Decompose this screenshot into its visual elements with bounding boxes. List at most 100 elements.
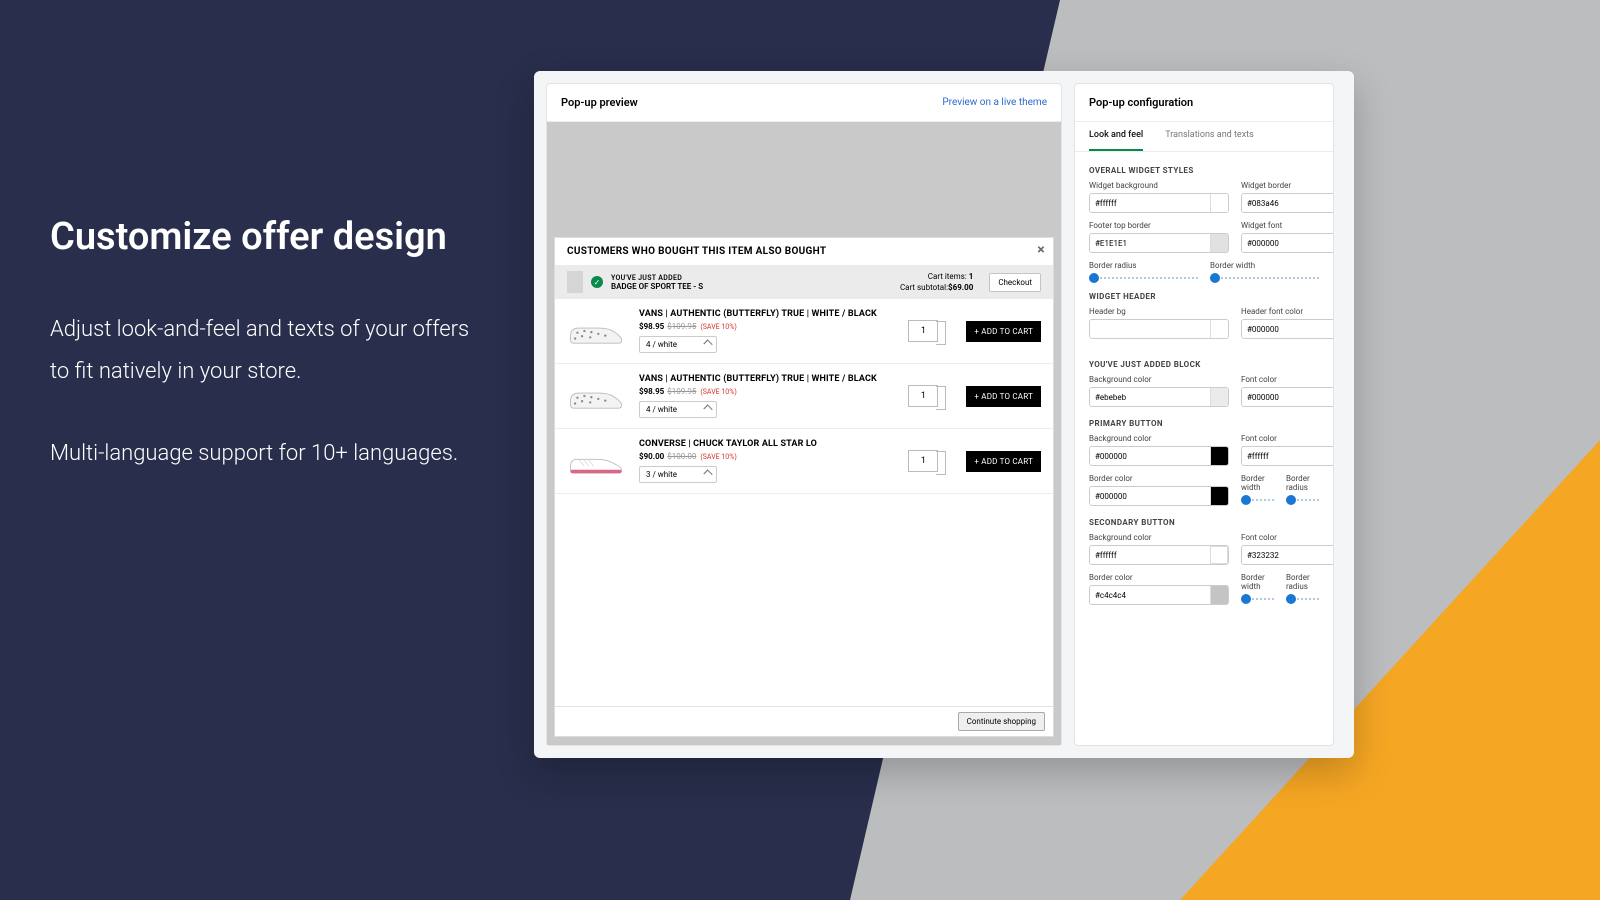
- field-label: Border radius: [1286, 573, 1319, 591]
- widget-font-input[interactable]: [1241, 233, 1333, 253]
- add-to-cart-button[interactable]: + ADD TO CART: [966, 451, 1041, 472]
- field-label: Border width: [1241, 474, 1274, 492]
- color-text[interactable]: [1242, 194, 1333, 212]
- product-name: VANS | AUTHENTIC (BUTTERFLY) TRUE | WHIT…: [639, 374, 894, 384]
- tab-look-and-feel[interactable]: Look and feel: [1089, 122, 1143, 151]
- color-swatch[interactable]: [1210, 388, 1228, 406]
- primary-border-width-slider[interactable]: [1241, 498, 1274, 502]
- secondary-border-color-input[interactable]: [1089, 585, 1229, 605]
- preview-live-link[interactable]: Preview on a live theme: [942, 97, 1047, 108]
- primary-font-color-input[interactable]: [1241, 446, 1333, 466]
- price: $98.95: [639, 322, 664, 331]
- added-font-color-input[interactable]: [1241, 387, 1333, 407]
- tab-translations[interactable]: Translations and texts: [1165, 122, 1254, 151]
- product-name: VANS | AUTHENTIC (BUTTERFLY) TRUE | WHIT…: [639, 309, 894, 319]
- secondary-border-radius-slider[interactable]: [1286, 597, 1319, 601]
- cart-subtotal-value: $69.00: [948, 283, 973, 292]
- added-bg-input[interactable]: [1089, 387, 1229, 407]
- field-label: Border width: [1210, 261, 1319, 270]
- compare-price: $109.95: [667, 322, 696, 331]
- variant-select[interactable]: 3 / white: [639, 466, 717, 483]
- color-swatch[interactable]: [1210, 586, 1228, 604]
- quantity-stepper[interactable]: 1: [908, 320, 938, 342]
- field-label: Border radius: [1286, 474, 1319, 492]
- save-label: (SAVE 10%): [700, 323, 736, 331]
- continue-shopping-button[interactable]: Continute shopping: [958, 712, 1045, 731]
- color-swatch[interactable]: [1210, 487, 1228, 505]
- color-text[interactable]: [1090, 388, 1210, 406]
- product-list: VANS | AUTHENTIC (BUTTERFLY) TRUE | WHIT…: [555, 299, 1053, 494]
- color-text[interactable]: [1242, 447, 1333, 465]
- price: $98.95: [639, 387, 664, 396]
- footer-border-input[interactable]: [1089, 233, 1229, 253]
- header-font-color-input[interactable]: [1241, 319, 1333, 339]
- close-icon[interactable]: ×: [1037, 242, 1045, 258]
- popup-footer: Continute shopping: [555, 706, 1053, 736]
- checkout-button[interactable]: Checkout: [989, 273, 1041, 292]
- primary-bg-input[interactable]: [1089, 446, 1229, 466]
- quantity-stepper[interactable]: 1: [908, 450, 938, 472]
- config-panel: Pop-up configuration Look and feel Trans…: [1074, 83, 1334, 746]
- popup-heading-text: CUSTOMERS WHO BOUGHT THIS ITEM ALSO BOUG…: [567, 246, 826, 257]
- color-text[interactable]: [1090, 234, 1210, 252]
- add-to-cart-button[interactable]: + ADD TO CART: [966, 386, 1041, 407]
- border-width-slider[interactable]: [1210, 276, 1319, 280]
- quantity-stepper[interactable]: 1: [908, 385, 938, 407]
- config-body: OVERALL WIDGET STYLES Widget background …: [1075, 152, 1333, 627]
- border-radius-slider[interactable]: [1089, 276, 1198, 280]
- price-row: $90.00$100.00(SAVE 10%): [639, 452, 894, 461]
- color-swatch[interactable]: [1210, 320, 1228, 338]
- color-swatch[interactable]: [1210, 234, 1228, 252]
- secondary-border-width-slider[interactable]: [1241, 597, 1274, 601]
- price: $90.00: [639, 452, 664, 461]
- color-text[interactable]: [1242, 546, 1333, 564]
- add-to-cart-button[interactable]: + ADD TO CART: [966, 321, 1041, 342]
- widget-border-input[interactable]: [1241, 193, 1333, 213]
- field-label: Background color: [1089, 533, 1229, 542]
- color-text[interactable]: [1090, 586, 1210, 604]
- primary-border-color-input[interactable]: [1089, 486, 1229, 506]
- product-image: [567, 313, 625, 349]
- secondary-font-color-input[interactable]: [1241, 545, 1333, 565]
- color-swatch[interactable]: [1210, 194, 1228, 212]
- field-label: Header bg: [1089, 307, 1229, 316]
- popup: CUSTOMERS WHO BOUGHT THIS ITEM ALSO BOUG…: [554, 237, 1054, 737]
- cart-info: Cart items: 1 Cart subtotal:$69.00: [900, 271, 973, 293]
- color-text[interactable]: [1242, 388, 1333, 406]
- config-header: Pop-up configuration: [1075, 84, 1333, 122]
- config-title: Pop-up configuration: [1089, 96, 1193, 109]
- color-text[interactable]: [1090, 194, 1210, 212]
- variant-select[interactable]: 4 / white: [639, 401, 717, 418]
- field-label: Footer top border: [1089, 221, 1229, 230]
- check-icon: ✓: [591, 276, 603, 288]
- save-label: (SAVE 10%): [700, 388, 736, 396]
- header-bg-input[interactable]: [1089, 319, 1229, 339]
- section-heading: SECONDARY BUTTON: [1089, 518, 1319, 527]
- color-text[interactable]: [1242, 234, 1333, 252]
- preview-header: Pop-up preview Preview on a live theme: [547, 84, 1061, 122]
- field-label: Widget border: [1241, 181, 1333, 190]
- widget-bg-input[interactable]: [1089, 193, 1229, 213]
- variant-select[interactable]: 4 / white: [639, 336, 717, 353]
- compare-price: $109.95: [667, 387, 696, 396]
- primary-border-radius-slider[interactable]: [1286, 498, 1319, 502]
- page: Customize offer design Adjust look-and-f…: [0, 0, 1600, 900]
- section-heading: WIDGET HEADER: [1089, 292, 1319, 301]
- color-text[interactable]: [1242, 320, 1333, 338]
- color-swatch[interactable]: [1210, 546, 1228, 564]
- product-row: VANS | AUTHENTIC (BUTTERFLY) TRUE | WHIT…: [555, 364, 1053, 429]
- product-image: [567, 443, 625, 479]
- preview-canvas: CUSTOMERS WHO BOUGHT THIS ITEM ALSO BOUG…: [547, 122, 1061, 745]
- section-heading: OVERALL WIDGET STYLES: [1089, 166, 1319, 175]
- color-text[interactable]: [1090, 320, 1210, 338]
- added-label: YOU'VE JUST ADDED: [611, 274, 892, 282]
- field-label: Font color: [1241, 533, 1333, 542]
- color-text[interactable]: [1090, 447, 1210, 465]
- field-label: Widget background: [1089, 181, 1229, 190]
- color-text[interactable]: [1090, 546, 1210, 564]
- color-text[interactable]: [1090, 487, 1210, 505]
- color-swatch[interactable]: [1210, 447, 1228, 465]
- section-heading: YOU'VE JUST ADDED BLOCK: [1089, 360, 1319, 369]
- secondary-bg-input[interactable]: [1089, 545, 1229, 565]
- product-row: CONVERSE | CHUCK TAYLOR ALL STAR LO$90.0…: [555, 429, 1053, 494]
